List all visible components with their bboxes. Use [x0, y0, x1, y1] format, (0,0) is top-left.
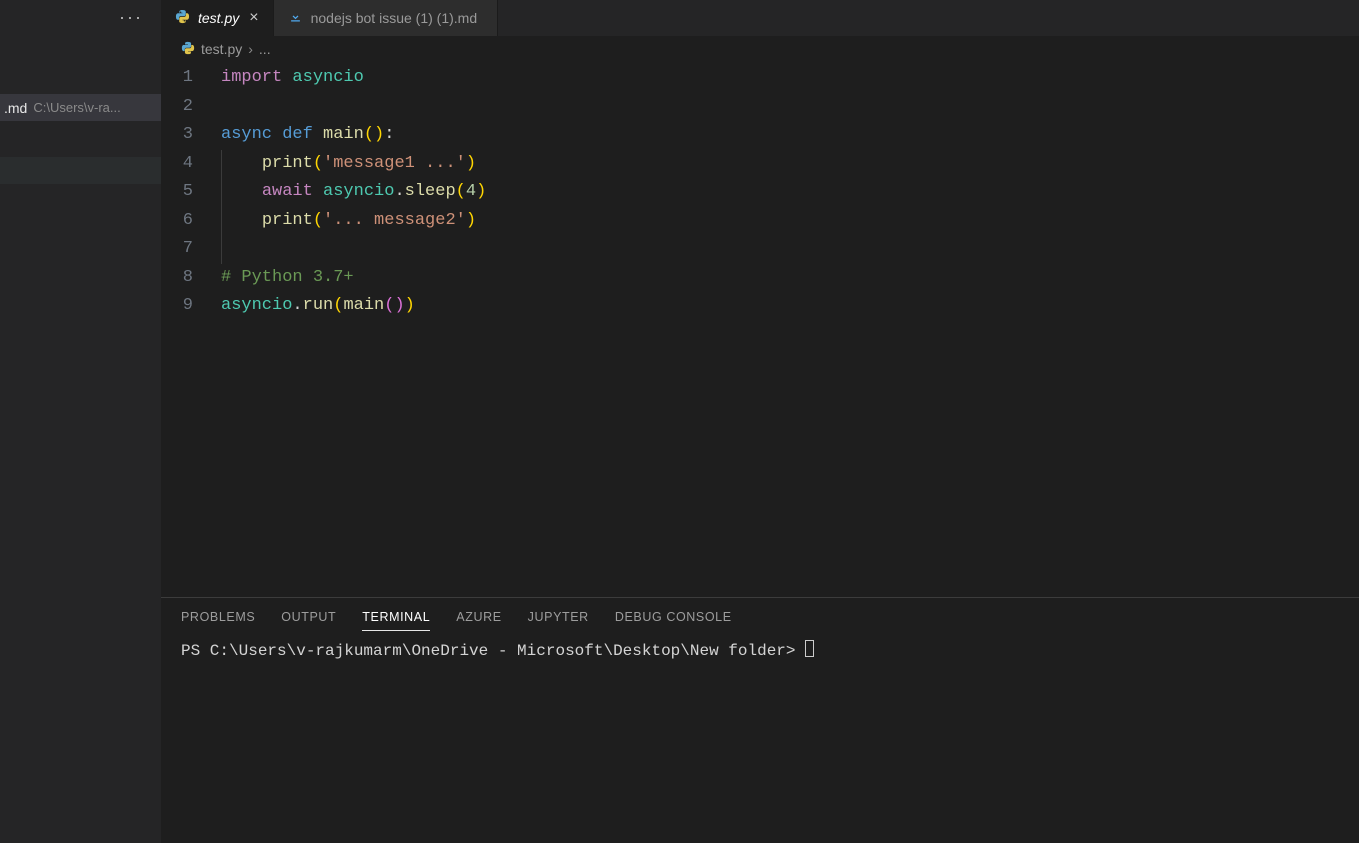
tab-nodejs-md[interactable]: nodejs bot issue (1) (1).md: [274, 0, 499, 36]
code-line[interactable]: await asyncio.sleep(4): [221, 178, 1359, 207]
panel-tab-debug-console[interactable]: DEBUG CONSOLE: [615, 604, 732, 630]
line-number: 2: [161, 93, 193, 122]
more-actions-icon[interactable]: ···: [119, 7, 143, 28]
python-file-icon: [181, 41, 195, 58]
close-tab-button[interactable]: ×: [247, 9, 260, 27]
panel-tabs: PROBLEMS OUTPUT TERMINAL AZURE JUPYTER DEBUG …: [161, 598, 1359, 636]
line-number: 4: [161, 150, 193, 179]
sidebar-header: ···: [0, 0, 161, 34]
open-editor-filename: .md: [4, 100, 27, 116]
code-line[interactable]: [221, 93, 1359, 122]
code-line[interactable]: async def main():: [221, 121, 1359, 150]
code-line[interactable]: print('message1 ...'): [221, 150, 1359, 179]
sidebar: ··· .md C:\Users\v-ra...: [0, 0, 161, 843]
code-line[interactable]: print('... message2'): [221, 207, 1359, 236]
editor-tabbar: test.py × nodejs bot issue (1) (1).md: [161, 0, 1359, 36]
code-editor[interactable]: 123456789 import asyncio async def main()…: [161, 62, 1359, 597]
panel-tab-output[interactable]: OUTPUT: [281, 604, 336, 630]
panel-tab-azure[interactable]: AZURE: [456, 604, 501, 630]
tab-label: nodejs bot issue (1) (1).md: [311, 10, 478, 26]
line-number: 6: [161, 207, 193, 236]
line-number: 5: [161, 178, 193, 207]
breadcrumb-file: test.py: [201, 41, 242, 57]
code-line[interactable]: import asyncio: [221, 64, 1359, 93]
chevron-right-icon: ›: [248, 41, 253, 57]
breadcrumb[interactable]: test.py › ...: [161, 36, 1359, 62]
terminal-prompt: PS C:\Users\v-rajkumarm\OneDrive - Micro…: [181, 642, 805, 660]
panel-tab-jupyter[interactable]: JUPYTER: [528, 604, 589, 630]
code-line[interactable]: asyncio.run(main()): [221, 292, 1359, 321]
python-file-icon: [175, 9, 190, 27]
open-editor-item[interactable]: .md C:\Users\v-ra...: [0, 94, 161, 121]
code-line[interactable]: [221, 235, 1359, 264]
line-number: 7: [161, 235, 193, 264]
code-content[interactable]: import asyncio async def main(): print('m…: [221, 64, 1359, 597]
open-editor-filepath: C:\Users\v-ra...: [33, 100, 120, 115]
line-number: 1: [161, 64, 193, 93]
code-line[interactable]: # Python 3.7+: [221, 264, 1359, 293]
panel-tab-problems[interactable]: PROBLEMS: [181, 604, 255, 630]
breadcrumb-rest: ...: [259, 41, 271, 57]
terminal-output[interactable]: PS C:\Users\v-rajkumarm\OneDrive - Micro…: [161, 636, 1359, 843]
line-number: 9: [161, 292, 193, 321]
terminal-cursor: [805, 640, 814, 657]
bottom-panel: PROBLEMS OUTPUT TERMINAL AZURE JUPYTER DEBUG …: [161, 597, 1359, 843]
download-file-icon: [288, 9, 303, 27]
active-line-highlight: [221, 235, 1359, 264]
line-number: 8: [161, 264, 193, 293]
open-editor-active-item[interactable]: [0, 157, 161, 184]
line-number-gutter: 123456789: [161, 64, 221, 597]
tab-test-py[interactable]: test.py ×: [161, 0, 274, 36]
panel-tab-terminal[interactable]: TERMINAL: [362, 604, 430, 631]
tab-label: test.py: [198, 10, 239, 26]
line-number: 3: [161, 121, 193, 150]
main-area: test.py × nodejs bot issue (1) (1).md te…: [161, 0, 1359, 843]
